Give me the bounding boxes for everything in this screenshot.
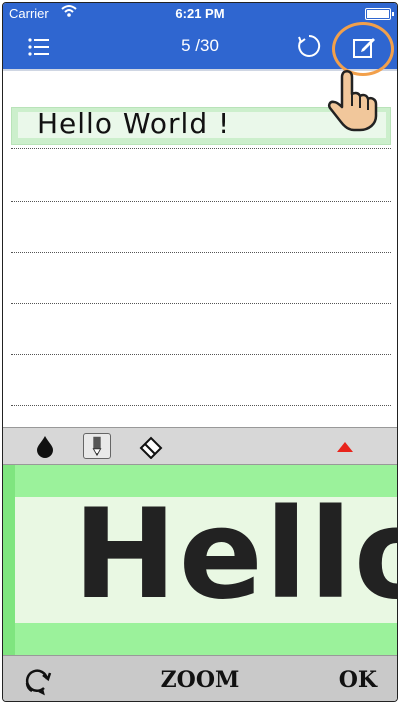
pad-left-edge: [3, 465, 15, 655]
zoom-writing-pad[interactable]: Hello: [3, 465, 397, 655]
battery-icon: [365, 8, 394, 20]
ok-button[interactable]: OK: [339, 667, 377, 693]
app-frame: Carrier 6:21 PM 5 /30 Hello World ! Hell…: [2, 2, 398, 702]
zoomed-handwriting: Hello: [73, 483, 397, 627]
navigation-bar: 5 /30: [3, 23, 397, 71]
note-page[interactable]: Hello World !: [3, 71, 397, 427]
ruled-line: [11, 405, 391, 406]
refresh-icon[interactable]: [297, 34, 321, 58]
page-counter: 5 /30: [181, 36, 219, 55]
edit-icon[interactable]: [351, 34, 377, 60]
pen-toolbar: [3, 427, 397, 465]
ruled-line: [11, 201, 391, 202]
expand-triangle-icon[interactable]: [331, 433, 359, 459]
ruled-line: [11, 354, 391, 355]
pencil-icon[interactable]: [83, 433, 111, 459]
ruled-line: [11, 303, 391, 304]
handwritten-line: Hello World !: [37, 107, 231, 140]
bottom-bar: ZOOM OK: [3, 655, 397, 701]
ruled-line: [11, 148, 391, 149]
ruled-line: [11, 252, 391, 253]
ink-drop-icon[interactable]: [31, 433, 59, 459]
pad-guide-bottom: [3, 623, 397, 655]
status-bar: Carrier 6:21 PM: [3, 3, 397, 23]
clock: 6:21 PM: [175, 6, 225, 21]
eraser-icon[interactable]: [137, 433, 165, 459]
